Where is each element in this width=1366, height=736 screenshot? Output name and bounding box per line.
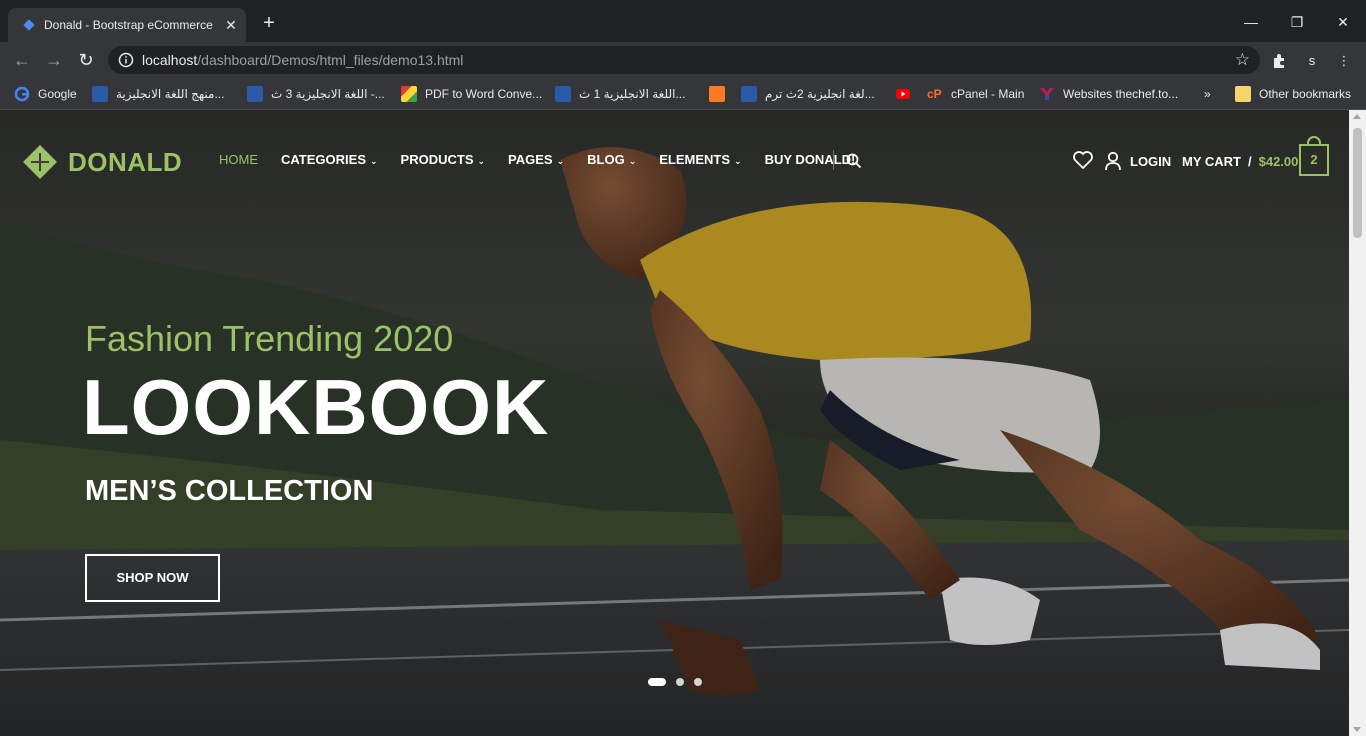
site-icon	[741, 86, 757, 102]
url-text: localhost/dashboard/Demos/html_files/dem…	[142, 52, 464, 68]
browser-tab[interactable]: Donald - Bootstrap eCommerce T ✕	[8, 8, 246, 42]
slider-dot-1[interactable]	[648, 678, 666, 686]
bookmark-item[interactable]: لغة انجليزية 2ث ترم...	[741, 84, 875, 104]
cart-total: $42.00	[1258, 153, 1299, 169]
slider-dot-2[interactable]	[676, 678, 684, 686]
chevron-down-icon: ⌄	[477, 156, 486, 166]
other-bookmarks-folder[interactable]: Other bookmarks	[1235, 84, 1351, 104]
bookmark-pdf[interactable]: PDF to Word Conve...	[401, 84, 542, 104]
login-link[interactable]: LOGIN	[1104, 148, 1171, 174]
bookmark-cpanel[interactable]: cP cPanel - Main	[927, 84, 1024, 104]
user-icon	[1105, 151, 1121, 171]
bookmark-star-icon[interactable]: ☆	[1235, 50, 1250, 70]
bookmark-item[interactable]: منهج اللغة الانجليزية...	[92, 84, 224, 104]
search-icon[interactable]	[846, 153, 862, 169]
site-icon	[247, 86, 263, 102]
logo-diamond-icon	[23, 145, 57, 179]
nav-products[interactable]: PRODUCTS ⌄	[401, 152, 486, 167]
scrollbar-thumb[interactable]	[1353, 128, 1362, 238]
scroll-up-arrow-icon[interactable]	[1353, 114, 1361, 119]
window-close-icon[interactable]: ✕	[1320, 10, 1366, 34]
nav-pages[interactable]: PAGES ⌄	[508, 152, 564, 167]
site-logo[interactable]: DONALD	[20, 142, 182, 182]
more-bookmarks-chevron-icon[interactable]: »	[1204, 84, 1211, 104]
logo-text: DONALD	[68, 146, 183, 177]
wishlist-heart-icon[interactable]	[1072, 150, 1094, 170]
tab-title: Donald - Bootstrap eCommerce T	[44, 18, 214, 32]
bookmark-youtube[interactable]	[895, 84, 919, 104]
nav-categories[interactable]: CATEGORIES ⌄	[281, 152, 378, 167]
minimize-icon[interactable]: —	[1228, 10, 1274, 34]
scroll-down-arrow-icon[interactable]	[1353, 727, 1361, 732]
profile-avatar[interactable]: s	[1302, 51, 1322, 71]
hero-title: LOOKBOOK	[82, 363, 550, 451]
info-icon[interactable]	[118, 52, 134, 68]
chevron-down-icon: ⌄	[734, 156, 742, 166]
google-icon	[14, 86, 30, 102]
address-bar[interactable]: localhost/dashboard/Demos/html_files/dem…	[108, 46, 1260, 74]
bookmark-item[interactable]: اللغة الانجليزية 3 ث -...	[247, 84, 385, 104]
hero-collection: MEN’S COLLECTION	[85, 475, 374, 507]
main-nav: HOME CATEGORIES ⌄ PRODUCTS ⌄ PAGES ⌄ BLOG ⌄ …	[219, 152, 878, 167]
site-icon	[92, 86, 108, 102]
reload-icon[interactable]: ↻	[74, 48, 98, 72]
youtube-icon	[896, 89, 910, 99]
slider-dot-3[interactable]	[694, 678, 702, 686]
bookmarks-bar: Google منهج اللغة الانجليزية... اللغة ال…	[0, 78, 1366, 110]
shop-now-button[interactable]: SHOP NOW	[85, 554, 220, 602]
chevron-down-icon: ⌄	[628, 156, 637, 166]
chevron-down-icon: ⌄	[370, 156, 378, 166]
web-page: DONALD HOME CATEGORIES ⌄ PRODUCTS ⌄ PAGES ⌄…	[0, 110, 1349, 736]
menu-kebab-icon[interactable]: ⋮	[1334, 51, 1354, 71]
nav-blog[interactable]: BLOG ⌄	[587, 152, 636, 167]
nav-buy-donald[interactable]: BUY DONALD!	[765, 152, 856, 167]
thechef-icon	[1040, 88, 1054, 100]
xampp-icon	[709, 86, 725, 102]
hero-subtitle: Fashion Trending 2020	[85, 318, 454, 359]
extensions-puzzle-icon[interactable]	[1270, 51, 1290, 71]
nav-elements[interactable]: ELEMENTS ⌄	[659, 152, 741, 167]
nav-home[interactable]: HOME	[219, 152, 258, 167]
browser-tabstrip: Donald - Bootstrap eCommerce T ✕ + — ❐ ✕	[0, 0, 1366, 42]
cart-link[interactable]: MY CART / $42.00	[1182, 148, 1298, 174]
bookmark-item[interactable]: اللغة الانجليزية 1 ث...	[555, 84, 685, 104]
bookmark-thechef[interactable]: Websites thechef.to...	[1039, 84, 1178, 104]
cpanel-icon: cP	[927, 87, 942, 101]
page-scrollbar[interactable]	[1349, 110, 1366, 736]
maximize-icon[interactable]: ❐	[1274, 10, 1320, 34]
folder-icon	[1235, 86, 1251, 102]
site-favicon-icon	[23, 19, 35, 31]
nav-divider	[833, 150, 834, 170]
tab-close-icon[interactable]: ✕	[222, 16, 240, 34]
chevron-down-icon: ⌄	[556, 156, 565, 166]
back-arrow-icon[interactable]: ←	[10, 48, 34, 72]
bookmark-google[interactable]: Google	[14, 84, 77, 104]
slider-pagination	[648, 678, 712, 686]
new-tab-icon[interactable]: +	[258, 13, 280, 35]
browser-toolbar: ← → ↻ localhost/dashboard/Demos/html_fil…	[0, 42, 1366, 78]
site-icon	[555, 86, 571, 102]
pdf-icon	[401, 86, 417, 102]
bookmark-xampp[interactable]	[709, 84, 733, 104]
forward-arrow-icon[interactable]: →	[42, 48, 66, 72]
cart-count-badge[interactable]: 2	[1299, 144, 1329, 176]
